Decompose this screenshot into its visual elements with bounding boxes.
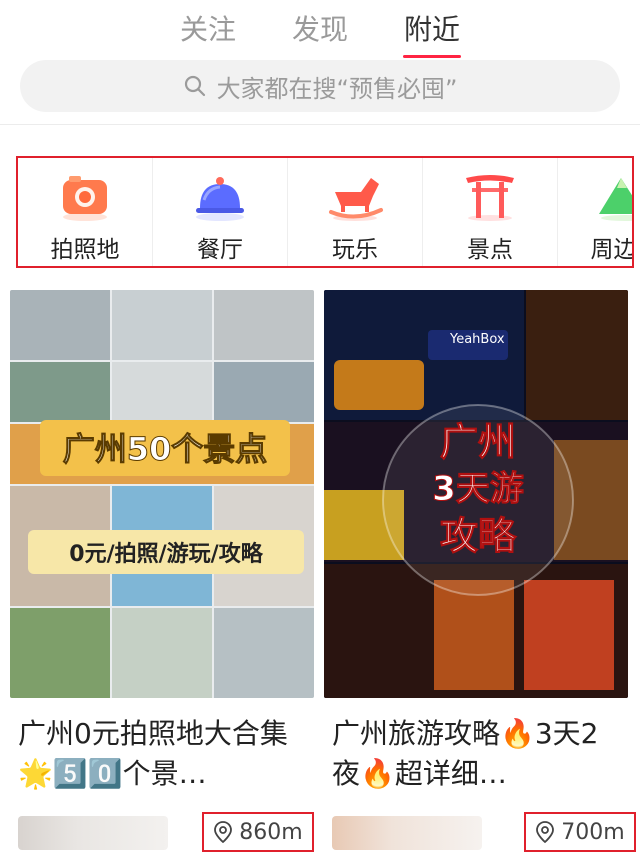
author-info-blurred[interactable] bbox=[332, 816, 482, 850]
distance-text: 700m bbox=[561, 819, 625, 845]
category-label: 餐厅 bbox=[197, 237, 243, 263]
post-cover-image[interactable]: YeahBox 广州 3天游 攻略 bbox=[324, 290, 628, 698]
category-strip: 拍照地 餐厅 玩乐 景点 周 bbox=[16, 156, 634, 268]
top-tab-bar: 关注 发现 附近 bbox=[0, 0, 640, 58]
category-entertainment[interactable]: 玩乐 bbox=[287, 158, 422, 266]
post-title[interactable]: 广州旅游攻略🔥3天2夜🔥超详细… bbox=[332, 714, 620, 794]
torii-gate-icon bbox=[466, 175, 514, 221]
post-cover-image[interactable]: 广州50个景点 0元/拍照/游玩/攻略 bbox=[10, 290, 314, 698]
author-info-blurred[interactable] bbox=[18, 816, 168, 850]
cover-text-line: 广州 bbox=[439, 420, 516, 465]
category-restaurant[interactable]: 餐厅 bbox=[152, 158, 287, 266]
search-icon bbox=[184, 75, 205, 97]
post-card[interactable]: YeahBox 广州 3天游 攻略 广州旅游攻略🔥3天2夜🔥超详细… 700m bbox=[324, 290, 636, 852]
cover-headline: 广州 3天游 攻略 bbox=[418, 418, 538, 560]
cover-sign-text: YeahBox bbox=[450, 332, 505, 347]
category-nearby-trips[interactable]: 周边游 bbox=[557, 158, 633, 266]
post-card[interactable]: 广州50个景点 0元/拍照/游玩/攻略 广州0元拍照地大合集🌟5️⃣0️⃣个景…… bbox=[10, 290, 314, 852]
distance-badge: 860m bbox=[202, 812, 314, 852]
category-label: 玩乐 bbox=[332, 237, 378, 263]
header-divider bbox=[0, 124, 640, 125]
distance-text: 860m bbox=[239, 819, 303, 845]
tab-nearby[interactable]: 附近 bbox=[403, 8, 461, 58]
tab-follow[interactable]: 关注 bbox=[180, 8, 236, 48]
distance-badge: 700m bbox=[524, 812, 636, 852]
category-label: 景点 bbox=[467, 237, 513, 263]
mountain-icon bbox=[599, 178, 632, 221]
cover-text-line: 3天游 bbox=[432, 469, 525, 510]
category-label: 拍照地 bbox=[50, 237, 120, 263]
location-pin-icon bbox=[536, 821, 555, 843]
cover-headline: 广州50个景点 bbox=[62, 430, 268, 469]
camera-icon bbox=[63, 176, 107, 221]
post-title[interactable]: 广州0元拍照地大合集🌟5️⃣0️⃣个景… bbox=[18, 714, 306, 794]
post-meta: 700m bbox=[324, 812, 636, 852]
tab-discover[interactable]: 发现 bbox=[292, 8, 348, 48]
category-label: 周边游 bbox=[590, 237, 633, 263]
search-bar[interactable]: 大家都在搜“预售必囤” bbox=[20, 60, 620, 112]
tab-nearby-label: 附近 bbox=[404, 13, 461, 46]
rocking-horse-icon bbox=[329, 178, 383, 221]
active-tab-indicator bbox=[403, 55, 461, 58]
cover-text-line: 攻略 bbox=[439, 514, 516, 559]
category-attractions[interactable]: 景点 bbox=[422, 158, 557, 266]
post-meta: 860m bbox=[10, 812, 314, 852]
location-pin-icon bbox=[214, 821, 233, 843]
cover-subheadline: 0元/拍照/游玩/攻略 bbox=[69, 542, 263, 567]
search-placeholder: 大家都在搜“预售必囤” bbox=[216, 74, 458, 103]
dish-cloche-icon bbox=[196, 177, 244, 221]
category-photo-spots[interactable]: 拍照地 bbox=[18, 158, 152, 266]
